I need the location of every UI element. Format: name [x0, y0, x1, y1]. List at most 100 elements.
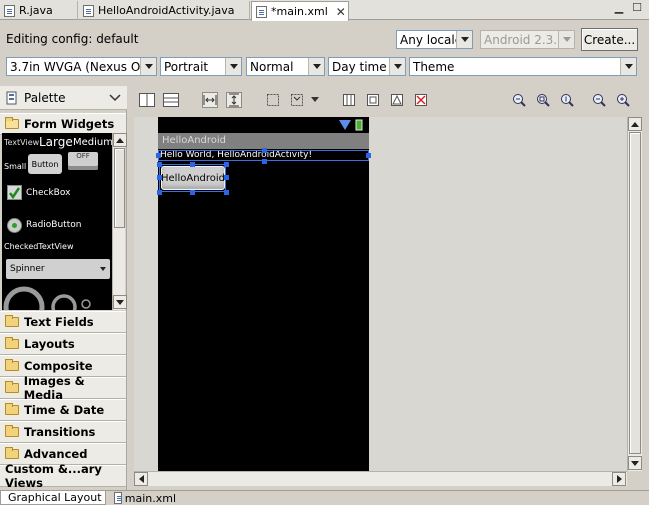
palette-category-images-media[interactable]: Images & Media [0, 374, 126, 402]
progress-bar-icon[interactable] [2, 283, 112, 310]
editor-tab-bar: R.java HelloAndroidActivity.java *main.x… [0, 0, 649, 21]
chevron-down-icon[interactable] [456, 31, 472, 48]
layout-horizontal-icon[interactable] [139, 92, 155, 108]
checkbox-icon[interactable] [7, 185, 22, 200]
widget-medium-text[interactable]: Medium [73, 137, 112, 148]
create-config-button[interactable]: Create... [581, 28, 638, 51]
distribute-weights-icon[interactable] [341, 92, 357, 108]
assign-weight-icon[interactable] [365, 92, 381, 108]
dock-mode-select[interactable]: Normal [246, 57, 325, 76]
category-label: Form Widgets [24, 117, 115, 131]
tab-label: Graphical Layout [8, 491, 102, 504]
resize-handle[interactable] [157, 190, 162, 195]
palette-category-transitions[interactable]: Transitions [0, 421, 126, 443]
scroll-thumb[interactable] [629, 132, 641, 454]
palette-category-time-date[interactable]: Time & Date [0, 399, 126, 421]
widget-textview[interactable]: TextView [4, 138, 39, 147]
gravity-icon[interactable] [289, 92, 305, 108]
java-file-icon [4, 4, 15, 17]
chevron-down-icon[interactable] [109, 93, 121, 102]
widget-toggle-button[interactable]: OFF [68, 152, 98, 170]
chevron-down-icon[interactable] [225, 58, 241, 75]
tab-graphical-layout[interactable]: Graphical Layout [0, 491, 106, 505]
fill-height-icon[interactable] [226, 92, 242, 108]
resize-handle[interactable] [262, 148, 267, 153]
category-label: Text Fields [24, 315, 94, 329]
resize-handle[interactable] [262, 159, 267, 164]
radio-icon[interactable] [7, 218, 22, 233]
palette-category-text-fields[interactable]: Text Fields [0, 311, 126, 333]
widget-radio-button[interactable]: RadioButton [26, 220, 81, 230]
widget-small-text[interactable]: Small [4, 162, 26, 171]
palette-header[interactable]: Palette [0, 86, 127, 110]
chevron-down-icon[interactable] [140, 58, 156, 75]
scroll-thumb[interactable] [114, 148, 125, 228]
chevron-down-icon [558, 31, 574, 48]
palette-category-layouts[interactable]: Layouts [0, 333, 126, 355]
resize-handle[interactable] [224, 190, 229, 195]
device-value: 3.7in WVGA (Nexus One) [10, 59, 140, 74]
widget-checkbox[interactable]: CheckBox [26, 188, 70, 198]
zoom-fit-icon[interactable] [535, 92, 551, 108]
palette-scrollbar[interactable] [112, 133, 127, 310]
locale-select[interactable]: Any locale [396, 30, 473, 49]
editor-bottom-tabs: Graphical Layout main.xml [0, 490, 649, 505]
resize-handle[interactable] [224, 162, 229, 167]
resize-handle[interactable] [157, 162, 162, 167]
scroll-up-icon[interactable] [113, 133, 127, 147]
resize-handle[interactable] [224, 175, 229, 180]
resize-handle[interactable] [366, 153, 371, 158]
canvas-horizontal-scrollbar[interactable] [134, 471, 627, 486]
minimize-icon[interactable]: ▁ [612, 2, 626, 16]
orientation-value: Portrait [164, 59, 209, 74]
tab-main-xml[interactable]: *main.xml ✕ [251, 1, 349, 21]
scroll-down-icon[interactable] [628, 456, 642, 470]
clear-weights-icon[interactable] [413, 92, 429, 108]
night-mode-select[interactable]: Day time [328, 57, 406, 76]
widget-large-text[interactable]: Large [39, 135, 73, 149]
widget-button[interactable]: Button [28, 154, 62, 174]
xml-file-icon [256, 5, 267, 18]
close-icon[interactable]: ✕ [336, 5, 346, 19]
maximize-icon[interactable]: ☐ [630, 2, 644, 16]
layout-canvas[interactable]: HelloAndroid Hello World, HelloAndroidAc… [134, 117, 627, 471]
tab-r-java[interactable]: R.java [0, 1, 78, 20]
orientation-select[interactable]: Portrait [160, 57, 242, 76]
weight-icon[interactable] [389, 92, 405, 108]
zoom-in-icon[interactable] [615, 92, 631, 108]
chevron-down-icon[interactable] [389, 58, 405, 75]
widget-checked-textview[interactable]: CheckedTextView [4, 242, 74, 251]
api-level-select: Android 2.3.3 [480, 30, 575, 49]
folder-icon [5, 359, 19, 371]
chevron-down-icon[interactable] [308, 58, 324, 75]
chevron-down-icon[interactable] [620, 58, 636, 75]
scroll-down-icon[interactable] [113, 295, 127, 309]
scroll-right-icon[interactable] [612, 472, 626, 486]
theme-select[interactable]: Theme [409, 57, 637, 76]
editing-config-label: Editing config: default [6, 32, 139, 46]
scroll-up-icon[interactable] [628, 117, 642, 131]
resize-handle[interactable] [156, 153, 161, 158]
device-select[interactable]: 3.7in WVGA (Nexus One) [6, 57, 157, 76]
canvas-vertical-scrollbar[interactable] [627, 117, 642, 471]
palette-category-custom-views[interactable]: Custom &...ary Views [0, 462, 126, 490]
resize-handle[interactable] [190, 162, 195, 167]
zoom-out-icon[interactable] [511, 92, 527, 108]
zoom-minus-icon[interactable] [591, 92, 607, 108]
scroll-left-icon[interactable] [134, 472, 148, 486]
tab-label: R.java [19, 4, 53, 17]
resize-handle[interactable] [190, 190, 195, 195]
margins-icon[interactable] [265, 92, 281, 108]
palette-category-form-widgets[interactable]: Form Widgets [0, 113, 126, 135]
widget-spinner[interactable]: Spinner [6, 259, 110, 279]
chevron-down-icon[interactable] [310, 92, 320, 108]
tab-hello-activity[interactable]: HelloAndroidActivity.java [79, 1, 250, 20]
layout-vertical-icon[interactable] [163, 92, 179, 108]
zoom-actual-icon[interactable] [559, 92, 575, 108]
tab-main-xml-source[interactable]: main.xml [110, 491, 180, 505]
resize-handle[interactable] [157, 175, 162, 180]
fill-width-icon[interactable] [202, 92, 218, 108]
hello-android-button[interactable]: HelloAndroid [161, 166, 225, 190]
device-screen-preview[interactable]: HelloAndroid Hello World, HelloAndroidAc… [156, 117, 371, 471]
battery-icon [355, 119, 363, 131]
